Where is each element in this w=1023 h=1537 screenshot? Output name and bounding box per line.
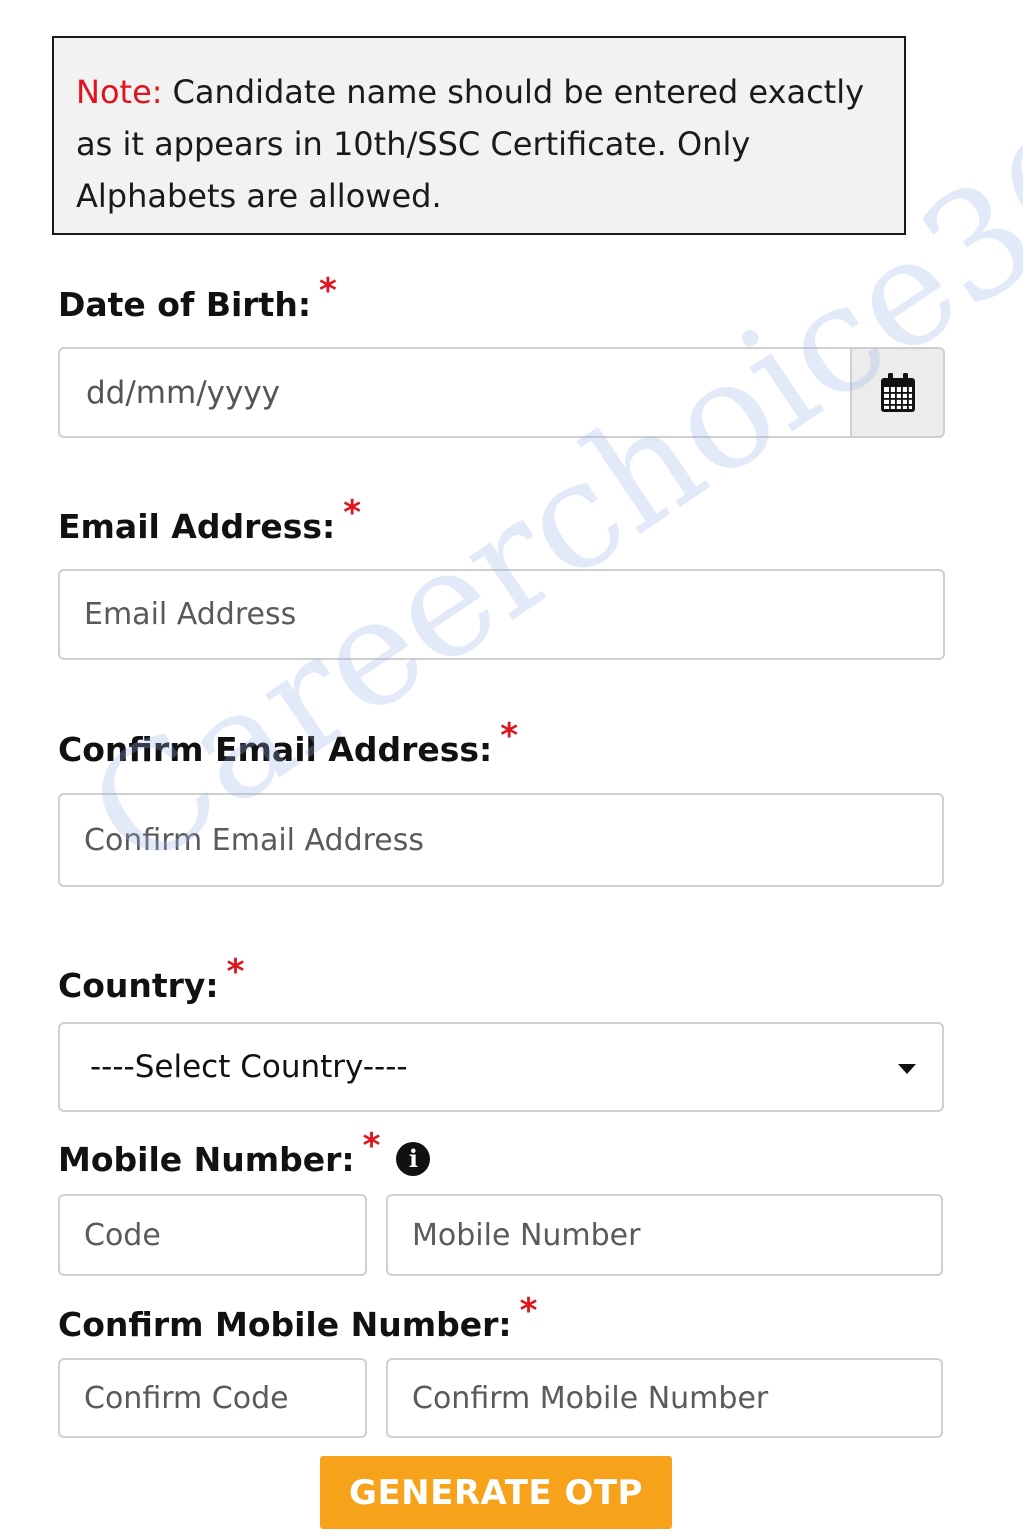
country-label: Country: * [58, 952, 244, 1006]
info-icon[interactable]: i [396, 1142, 431, 1176]
required-star: * [226, 952, 245, 992]
note-label: Note: [76, 73, 163, 111]
required-star: * [343, 493, 362, 533]
mobile-number-input[interactable] [386, 1194, 943, 1276]
required-star: * [319, 271, 337, 311]
required-star: * [500, 716, 519, 756]
calendar-button[interactable] [850, 349, 943, 436]
country-select[interactable]: ----Select Country---- [58, 1022, 944, 1112]
confirm-email-input[interactable] [58, 793, 944, 887]
calendar-icon [880, 372, 915, 412]
confirm-email-label: Confirm Email Address: * [58, 716, 518, 770]
caret-down-icon [898, 1064, 916, 1074]
note-text: Candidate name should be entered exactly… [76, 73, 865, 215]
country-selected-value: ----Select Country---- [90, 1049, 408, 1085]
confirm-mobile-number-input[interactable] [386, 1358, 943, 1438]
email-label-text: Email Address: [58, 507, 336, 546]
note-box: Note: Candidate name should be entered ex… [52, 36, 906, 235]
country-label-text: Country: [58, 966, 219, 1005]
mobile-label: Mobile Number: * i [58, 1126, 431, 1180]
dob-input[interactable] [60, 349, 855, 436]
confirm-code-input[interactable] [58, 1358, 367, 1438]
mobile-code-input[interactable] [58, 1194, 367, 1276]
generate-otp-button[interactable]: GENERATE OTP [320, 1456, 672, 1529]
email-label: Email Address: * [58, 493, 361, 547]
dob-label-text: Date of Birth: [58, 285, 312, 324]
confirm-mobile-label-text: Confirm Mobile Number: [58, 1305, 512, 1344]
mobile-label-text: Mobile Number: [58, 1140, 355, 1179]
email-input[interactable] [58, 569, 945, 660]
dob-field [58, 347, 945, 438]
required-star: * [362, 1126, 381, 1166]
confirm-mobile-label: Confirm Mobile Number: * [58, 1291, 537, 1345]
required-star: * [519, 1291, 538, 1331]
dob-label: Date of Birth: * [58, 271, 337, 325]
confirm-email-label-text: Confirm Email Address: [58, 730, 493, 769]
